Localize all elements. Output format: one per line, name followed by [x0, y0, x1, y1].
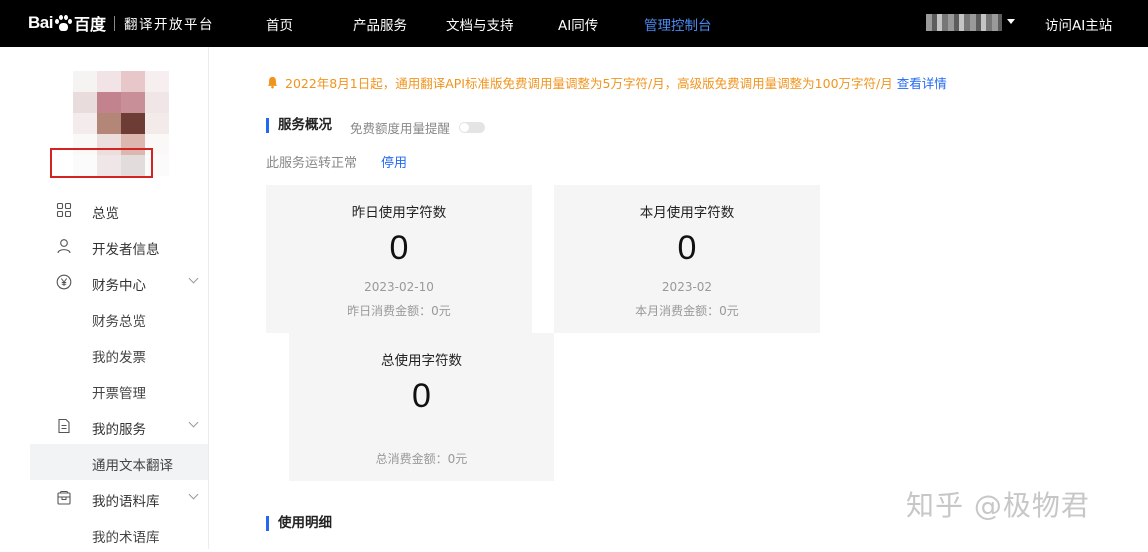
grid-icon — [56, 202, 72, 218]
toggle-knob — [460, 123, 469, 132]
usage-detail-title: 使用明细 — [266, 516, 332, 531]
sidebar-item-invoice-management[interactable]: 开票管理 — [30, 372, 208, 408]
sidebar-item-label: 财务中心 — [92, 278, 146, 294]
card-title: 总使用字符数 — [381, 353, 462, 369]
logo-divider — [113, 15, 115, 31]
sidebar-item-label: 我的服务 — [92, 422, 146, 438]
nav-products[interactable]: 产品服务 — [353, 14, 407, 34]
card-fee: 总消费金额：0元 — [375, 452, 468, 466]
card-value: 0 — [412, 377, 431, 415]
month-usage-card: 本月使用字符数 0 2023-02 本月消费金额：0元 — [554, 185, 820, 333]
caret-down-icon[interactable] — [1007, 19, 1015, 24]
announcement-text: 2022年8月1日起，通用翻译API标准版免费调用量调整为5万字符/月，高级版免… — [285, 76, 893, 91]
sidebar-item-finance-overview[interactable]: 财务总览 — [30, 300, 208, 336]
logo-du-text: 百度 — [73, 15, 106, 34]
sidebar-item-my-corpus[interactable]: 我的语料库 — [30, 480, 208, 516]
sidebar-item-text-translation[interactable]: 通用文本翻译 — [30, 444, 208, 480]
sidebar-item-finance-center[interactable]: 财务中心 — [30, 264, 208, 300]
database-icon — [57, 491, 71, 505]
logo-bai-text: Bai — [28, 13, 53, 32]
total-usage-card: 总使用字符数 0 总消费金额：0元 — [289, 333, 554, 481]
overview-highlight-box — [50, 148, 153, 178]
platform-name: 翻译开放平台 — [123, 17, 214, 33]
stop-service-link[interactable]: 停用 — [381, 152, 407, 171]
sidebar-item-label: 我的发票 — [92, 350, 146, 366]
watermark: 知乎 @极物君 — [906, 489, 1090, 522]
sidebar-item-label: 我的语料库 — [92, 494, 160, 510]
nav-docs-support[interactable]: 文档与支持 — [446, 14, 514, 34]
yesterday-usage-card: 昨日使用字符数 0 2023-02-10 昨日消费金额：0元 — [266, 185, 532, 333]
sidebar-item-my-terminology[interactable]: 我的术语库 — [30, 516, 208, 552]
sidebar-item-label: 通用文本翻译 — [92, 458, 173, 474]
sidebar-item-label: 总览 — [92, 206, 119, 222]
baidu-paw-icon — [54, 14, 73, 32]
card-date: 2023-02 — [661, 280, 713, 294]
card-value: 0 — [677, 229, 697, 267]
chevron-down-icon[interactable] — [188, 417, 199, 428]
card-value: 0 — [389, 229, 409, 267]
sidebar: 总览 开发者信息 财务中心 财务总览 我的发票 开票管理 我的服务 通用文本翻译 — [0, 47, 209, 549]
user-name-blurred[interactable] — [926, 14, 1002, 31]
announcement-banner: 2022年8月1日起，通用翻译API标准版免费调用量调整为5万字符/月，高级版免… — [266, 73, 947, 92]
card-fee: 昨日消费金额：0元 — [347, 304, 451, 318]
chevron-down-icon[interactable] — [188, 273, 199, 284]
nav-console[interactable]: 管理控制台 — [644, 14, 712, 34]
bell-icon — [267, 76, 278, 89]
user-icon — [57, 239, 71, 254]
sidebar-item-my-services[interactable]: 我的服务 — [30, 408, 208, 444]
top-navbar: Bai 百度 翻译开放平台 首页 产品服务 文档与支持 AI同传 管理控制台 访… — [0, 0, 1148, 47]
service-status-text: 此服务运转正常 — [266, 156, 358, 171]
card-date: 2023-02-10 — [364, 280, 434, 294]
quota-reminder-toggle[interactable] — [459, 122, 485, 133]
card-fee: 本月消费金额：0元 — [635, 304, 739, 318]
view-details-link[interactable]: 查看详情 — [897, 76, 947, 91]
chevron-down-icon[interactable] — [188, 489, 199, 500]
service-overview-title: 服务概况 — [266, 118, 332, 133]
visit-ai-site-link[interactable]: 访问AI主站 — [1045, 14, 1112, 34]
sidebar-item-overview[interactable]: 总览 — [30, 192, 208, 228]
quota-reminder-label: 免费额度用量提醒 — [350, 121, 451, 136]
nav-home[interactable]: 首页 — [266, 14, 293, 34]
card-title: 昨日使用字符数 — [351, 205, 447, 221]
document-icon — [58, 418, 70, 434]
sidebar-item-label: 我的术语库 — [92, 530, 160, 546]
sidebar-item-developer-info[interactable]: 开发者信息 — [30, 228, 208, 264]
sidebar-item-label: 开票管理 — [92, 386, 146, 402]
sidebar-item-my-invoices[interactable]: 我的发票 — [30, 336, 208, 372]
sidebar-item-label: 财务总览 — [92, 314, 146, 330]
sidebar-item-label: 开发者信息 — [92, 242, 160, 258]
nav-ai-interpret[interactable]: AI同传 — [558, 14, 598, 34]
card-title: 本月使用字符数 — [639, 205, 735, 221]
baidu-logo[interactable]: Bai 百度 翻译开放平台 — [28, 8, 214, 38]
yen-icon — [56, 274, 72, 290]
